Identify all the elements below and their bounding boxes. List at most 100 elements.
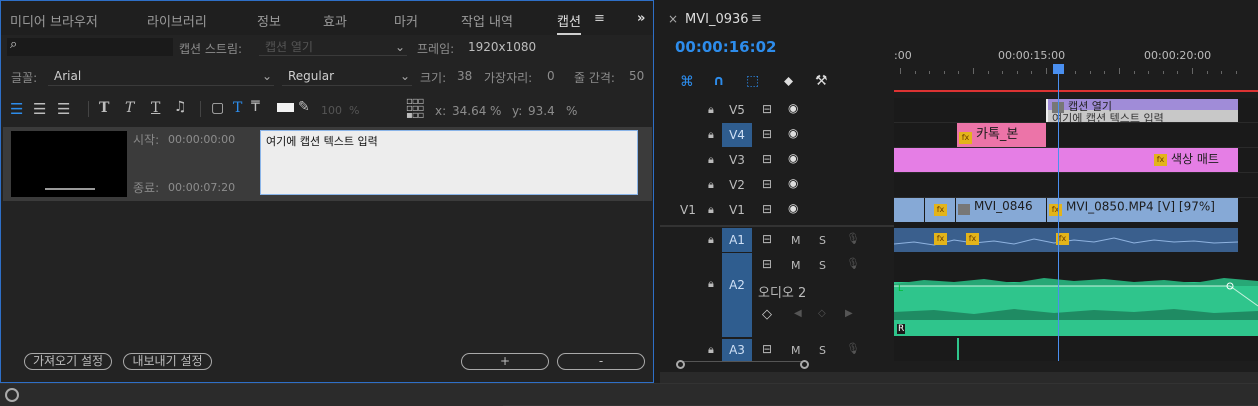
panel-menu-icon[interactable]: ≡ (594, 11, 605, 26)
x-value[interactable]: 34.64 (452, 104, 486, 118)
sync-lock-icon[interactable]: ⊟ (762, 127, 772, 141)
mute-button[interactable]: M (791, 259, 801, 272)
import-settings-button[interactable]: 가져오기 설정 (24, 353, 112, 370)
add-marker-icon[interactable]: ⬥ (784, 74, 793, 89)
audio-clip-a2[interactable]: L R (894, 262, 1258, 336)
align-left-icon[interactable]: ☰ (10, 100, 23, 118)
keyframe-icon[interactable]: ◇ (762, 307, 772, 322)
playhead-handle[interactable] (1053, 64, 1064, 74)
solo-button[interactable]: S (819, 344, 826, 357)
sync-lock-icon[interactable]: ⊟ (762, 102, 772, 116)
align-center-icon[interactable]: ☰ (33, 100, 46, 118)
eye-icon[interactable]: ◉ (788, 101, 798, 115)
audio-clip-a3[interactable] (957, 338, 959, 360)
add-keyframe-icon[interactable]: ◇ (818, 308, 826, 319)
font-dropdown[interactable]: Arial ⌄ (48, 67, 274, 86)
size-value[interactable]: 38 (457, 69, 472, 83)
sync-lock-icon[interactable]: ⊟ (762, 202, 772, 216)
color-matte-clip[interactable]: fx 색상 매트 (894, 148, 1238, 172)
microphone-icon[interactable]: 🎙︎ (846, 232, 860, 245)
time-ruler[interactable]: :00 00:00:15:00 00:00:20:00 (894, 38, 1258, 94)
italic-icon[interactable]: T (125, 100, 134, 116)
track-name-a2[interactable]: A2 (722, 253, 752, 337)
start-time[interactable]: 00:00:00:00 (168, 133, 235, 146)
tab-history[interactable]: 작업 내역 (461, 11, 513, 30)
sequence-tab[interactable]: MVI_0936 (685, 12, 749, 27)
solo-button[interactable]: S (819, 259, 826, 272)
close-icon[interactable]: × (668, 12, 678, 26)
microphone-icon[interactable]: 🎙︎ (846, 342, 860, 355)
snap-icon[interactable]: ∩ (713, 73, 724, 89)
scroll-handle-right[interactable] (800, 360, 809, 369)
text-color-icon[interactable]: T (233, 100, 242, 116)
add-caption-button[interactable]: + (461, 353, 549, 370)
track-name-v1[interactable]: V1 (722, 203, 752, 217)
next-keyframe-icon[interactable]: ▶ (845, 308, 853, 319)
edge-value[interactable]: 0 (547, 69, 555, 83)
caption-text-field[interactable]: 여기에 캡션 텍스트 입력 (260, 130, 638, 195)
lock-icon[interactable]: 🔒︎ (708, 233, 714, 247)
mute-button[interactable]: M (791, 344, 801, 357)
lock-icon[interactable]: 🔒︎ (708, 203, 714, 217)
sync-lock-icon[interactable]: ⊟ (762, 342, 772, 356)
end-time[interactable]: 00:00:07:20 (168, 181, 235, 194)
tab-info[interactable]: 정보 (257, 11, 281, 30)
align-right-icon[interactable]: ☰ (57, 100, 70, 118)
lock-icon[interactable]: 🔒︎ (708, 277, 714, 291)
background-box-icon[interactable]: ▢ (211, 100, 224, 116)
position-grid-icon[interactable]: ▫▫▫ ▫▫▫ ▪▫▫ (406, 97, 424, 121)
tab-effects[interactable]: 효과 (323, 11, 347, 30)
timecode-display[interactable]: 00:00:16:02 (675, 38, 777, 56)
remove-caption-button[interactable]: - (557, 353, 645, 370)
track-name-v5[interactable]: V5 (722, 103, 752, 117)
text-background-icon[interactable]: ₸ (251, 99, 260, 115)
microphone-icon[interactable]: 🎙︎ (846, 257, 860, 270)
solo-button[interactable]: S (819, 234, 826, 247)
lock-icon[interactable]: 🔒︎ (708, 128, 714, 142)
lock-icon[interactable]: 🔒︎ (708, 343, 714, 357)
y-value[interactable]: 93.4 (528, 104, 555, 118)
video-clip[interactable] (894, 198, 924, 222)
playhead[interactable] (1058, 66, 1059, 361)
source-patch-v1[interactable]: V1 (680, 203, 696, 217)
line-spacing-value[interactable]: 50 (629, 69, 644, 83)
image-clip[interactable]: fx 카톡_본 (957, 123, 1046, 147)
lock-icon[interactable]: 🔒︎ (708, 153, 714, 167)
eye-icon[interactable]: ◉ (788, 151, 798, 165)
audio-clip-a1[interactable]: fx fx fx (894, 228, 1238, 252)
nest-icon[interactable]: ⌘ (680, 74, 694, 90)
font-style-dropdown[interactable]: Regular ⌄ (282, 67, 412, 86)
eyedropper-icon[interactable]: ✎ (298, 99, 310, 115)
eye-icon[interactable]: ◉ (788, 201, 798, 215)
previous-keyframe-icon[interactable]: ◀ (794, 308, 802, 319)
track-name-v4[interactable]: V4 (722, 123, 752, 147)
track-name-a3[interactable]: A3 (722, 339, 752, 361)
sync-lock-icon[interactable]: ⊟ (762, 232, 772, 246)
overflow-tabs-icon[interactable]: » (637, 11, 645, 26)
eye-icon[interactable]: ◉ (788, 176, 798, 190)
video-clip[interactable]: MVI_0846 (956, 198, 1046, 222)
search-input[interactable]: ⌕ (7, 37, 173, 56)
lock-icon[interactable]: 🔒︎ (708, 178, 714, 192)
track-name-v3[interactable]: V3 (722, 153, 752, 167)
sequence-menu-icon[interactable]: ≡ (751, 11, 762, 26)
tab-media-browser[interactable]: 미디어 브라우저 (10, 11, 98, 30)
video-clip[interactable]: fx MVI_0850.MP4 [V] [97%] (1047, 198, 1238, 222)
track-name-v2[interactable]: V2 (722, 178, 752, 192)
wrench-icon[interactable]: ⚒ (815, 73, 828, 89)
horizontal-scrollbar[interactable] (676, 360, 809, 371)
sync-lock-icon[interactable]: ⊟ (762, 257, 772, 271)
track-name-a1[interactable]: A1 (722, 228, 752, 252)
tab-captions[interactable]: 캡션 (557, 11, 581, 35)
caption-clip[interactable]: 캡션 열기 여기에 캡션 텍스트 입력 (1046, 99, 1238, 122)
timeline-clip-area[interactable]: 캡션 열기 여기에 캡션 텍스트 입력 fx 카톡_본 fx 색상 매트 fx MV… (894, 66, 1258, 361)
sync-lock-icon[interactable]: ⊟ (762, 152, 772, 166)
bold-icon[interactable]: T (99, 100, 109, 116)
scroll-handle-left[interactable] (676, 360, 685, 369)
creative-cloud-icon[interactable] (5, 388, 19, 402)
export-settings-button[interactable]: 내보내기 설정 (123, 353, 212, 370)
mute-button[interactable]: M (791, 234, 801, 247)
caption-row[interactable]: 시작: 00:00:00:00 종료: 00:00:07:20 여기에 캡션 텍… (3, 127, 652, 201)
lock-icon[interactable]: 🔒︎ (708, 103, 714, 117)
tab-libraries[interactable]: 라이브러리 (147, 11, 207, 30)
